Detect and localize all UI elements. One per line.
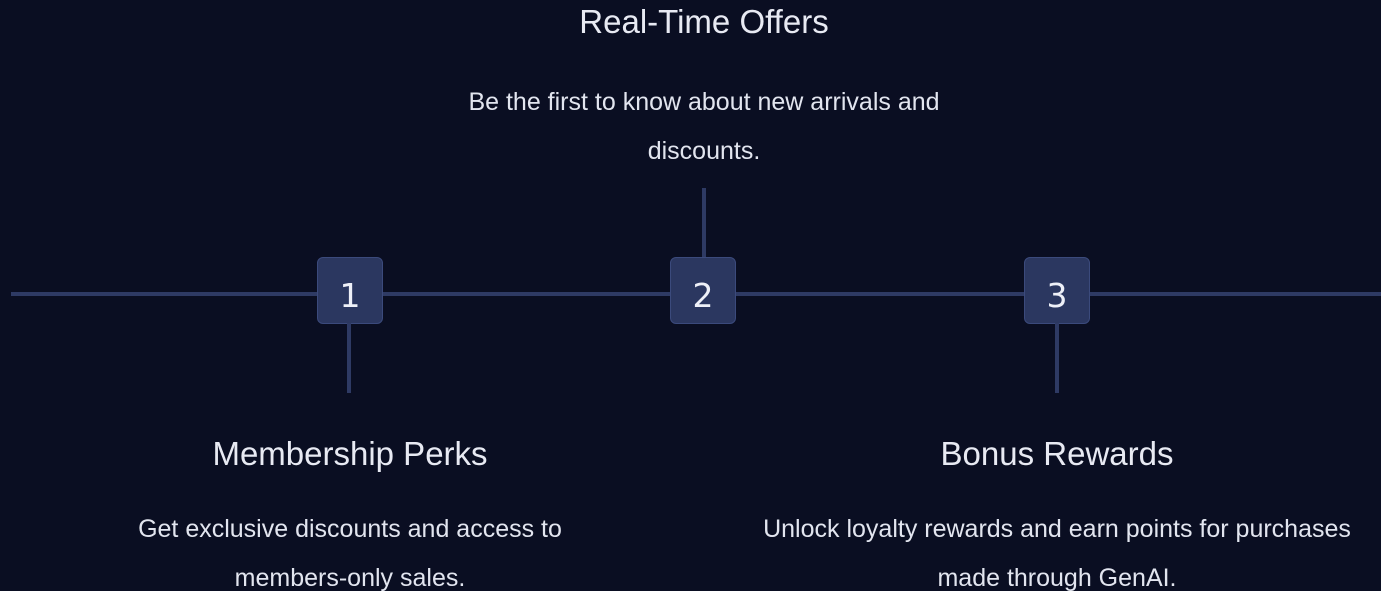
step-1-marker: 1: [317, 257, 383, 324]
step-2-marker: 2: [670, 257, 736, 324]
step-2-title: Real-Time Offers: [579, 3, 829, 40]
step-2-description: Be the first to know about new arrivals …: [468, 88, 940, 165]
step-3-description: Unlock loyalty rewards and earn points f…: [763, 515, 1351, 591]
step-3-marker: 3: [1024, 257, 1090, 324]
step-1-connector: [347, 323, 351, 393]
step-1-description: Get exclusive discounts and access to me…: [138, 515, 562, 591]
step-2-connector: [702, 188, 706, 258]
step-3-connector: [1055, 323, 1059, 393]
step-3-title: Bonus Rewards: [940, 435, 1174, 472]
step-1-title: Membership Perks: [212, 435, 488, 472]
timeline-diagram: Real-Time Offers Be the first to know ab…: [0, 0, 1381, 591]
